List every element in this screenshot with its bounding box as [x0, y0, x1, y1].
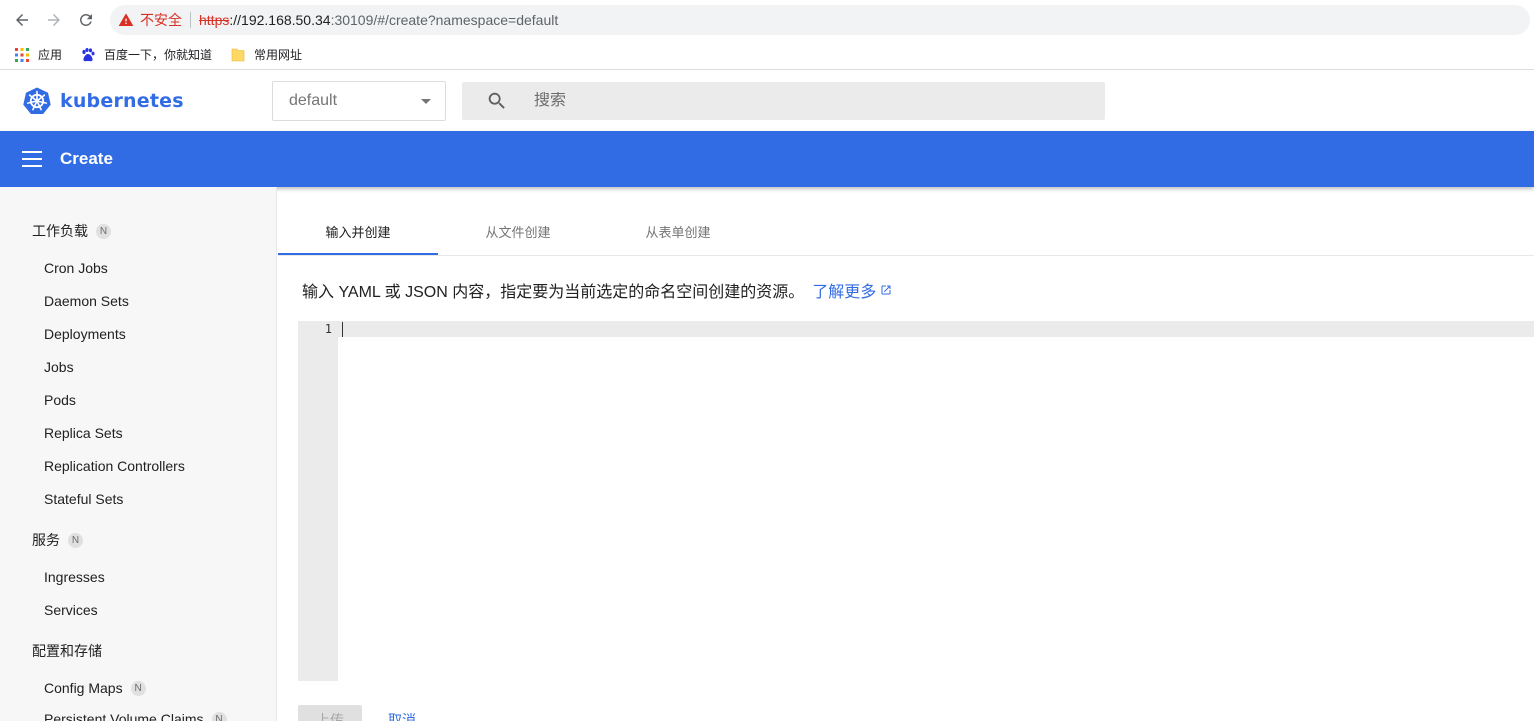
tab-form-create[interactable]: 从表单创建 [598, 207, 758, 256]
kubernetes-wheel-icon [23, 87, 51, 114]
baidu-paw-icon [82, 47, 95, 61]
address-bar[interactable]: 不安全 https ://192.168.50.34 :30109/#/crea… [110, 5, 1530, 35]
tab-file-create[interactable]: 从文件创建 [438, 207, 598, 256]
editor-gutter [298, 321, 338, 681]
sidebar-item-label: Persistent Volume Claims [44, 711, 204, 721]
warning-icon [118, 13, 134, 26]
bookmark-label: 应用 [38, 48, 63, 62]
namespace-select[interactable]: default [272, 81, 446, 121]
brand-logo[interactable]: kubernetes [22, 86, 272, 116]
app-header: kubernetes default [0, 71, 1534, 131]
url-path: :30109/#/create?namespace=default [330, 12, 559, 28]
reload-button[interactable] [70, 4, 102, 36]
url-host: ://192.168.50.34 [229, 12, 331, 28]
sidebar-item-ingresses[interactable]: Ingresses [44, 569, 105, 585]
external-link-icon [881, 285, 891, 295]
reload-icon [79, 13, 92, 26]
active-tab-indicator [278, 253, 438, 255]
yaml-editor[interactable]: 1 [298, 321, 1534, 681]
bookmark-baidu[interactable]: 百度一下，你就知道 [80, 46, 212, 63]
sidebar-item-replication-controllers[interactable]: Replication Controllers [44, 458, 185, 474]
menu-icon[interactable] [22, 151, 42, 167]
browser-toolbar: 不安全 https ://192.168.50.34 :30109/#/crea… [0, 0, 1534, 40]
namespaced-badge: N [211, 711, 227, 721]
sidebar-item-stateful-sets[interactable]: Stateful Sets [44, 491, 123, 507]
apps-grid-icon [15, 47, 29, 62]
folder-icon [231, 48, 245, 61]
sidebar-item-cron-jobs[interactable]: Cron Jobs [44, 260, 108, 276]
create-tabs: 输入并创建 从文件创建 从表单创建 [278, 207, 1534, 256]
section-title: 服务 [32, 532, 60, 548]
description-text: 输入 YAML 或 JSON 内容，指定要为当前选定的命名空间创建的资源。 [302, 284, 805, 301]
upload-button[interactable]: 上传 [298, 705, 362, 721]
namespaced-badge: N [68, 532, 83, 548]
page-title: Create [60, 149, 113, 168]
tab-input-create[interactable]: 输入并创建 [278, 207, 438, 256]
learn-more-label: 了解更多 [812, 284, 877, 301]
sidebar-item-replica-sets[interactable]: Replica Sets [44, 425, 123, 441]
namespace-value: default [289, 92, 338, 109]
search-icon [488, 92, 505, 109]
brand-name: kubernetes [60, 90, 184, 112]
sidebar-item-pods[interactable]: Pods [44, 392, 76, 408]
line-number: 1 [324, 322, 332, 336]
page-toolbar: Create [0, 131, 1534, 187]
sidebar-item-daemon-sets[interactable]: Daemon Sets [44, 293, 129, 309]
back-button[interactable] [6, 4, 38, 36]
learn-more-link[interactable]: 了解更多 [812, 278, 892, 302]
sidebar-nav: 工作负载 N Cron Jobs Daemon Sets Deployments… [0, 187, 277, 721]
caret-down-icon [421, 98, 431, 104]
namespaced-badge: N [96, 223, 111, 239]
sidebar-item-deployments[interactable]: Deployments [44, 326, 126, 342]
section-title: 配置和存储 [32, 643, 102, 659]
sidebar-item-services[interactable]: Services [44, 602, 98, 618]
create-panel: 输入并创建 从文件创建 从表单创建 输入 YAML 或 JSON 内容，指定要为… [278, 207, 1534, 721]
form-actions: 上传 取消 [298, 705, 416, 721]
bookmark-apps[interactable]: 应用 [14, 46, 62, 63]
omnibox-divider [190, 12, 191, 28]
cancel-button[interactable]: 取消 [388, 710, 416, 721]
create-description: 输入 YAML 或 JSON 内容，指定要为当前选定的命名空间创建的资源。 了解… [302, 278, 892, 302]
sidebar-item-config-maps[interactable]: Config Maps N [44, 680, 146, 696]
url-scheme: https [199, 12, 230, 28]
sidebar-section-workloads[interactable]: 工作负载 N [32, 221, 111, 241]
active-line-highlight [338, 321, 1534, 337]
forward-button[interactable] [38, 4, 70, 36]
namespaced-badge: N [130, 680, 146, 696]
sidebar-section-services[interactable]: 服务 N [32, 530, 83, 550]
bookmark-folder[interactable]: 常用网址 [230, 46, 302, 63]
text-cursor [342, 322, 343, 337]
sidebar-section-config-storage[interactable]: 配置和存储 [32, 641, 102, 661]
search-bar[interactable] [462, 82, 1105, 120]
arrow-left-icon [16, 14, 28, 26]
sidebar-item-label: Config Maps [44, 680, 123, 696]
bookmark-label: 百度一下，你就知道 [104, 48, 213, 62]
sidebar-item-jobs[interactable]: Jobs [44, 359, 74, 375]
bookmark-label: 常用网址 [254, 48, 303, 62]
search-input[interactable] [534, 92, 1074, 110]
sidebar-item-persistent-volume-claims[interactable]: Persistent Volume Claims N [44, 711, 227, 721]
section-title: 工作负载 [32, 223, 88, 239]
bookmarks-bar: 应用 百度一下，你就知道 常用网址 [0, 40, 1534, 70]
arrow-right-icon [48, 14, 60, 26]
security-label[interactable]: 不安全 [140, 10, 182, 30]
